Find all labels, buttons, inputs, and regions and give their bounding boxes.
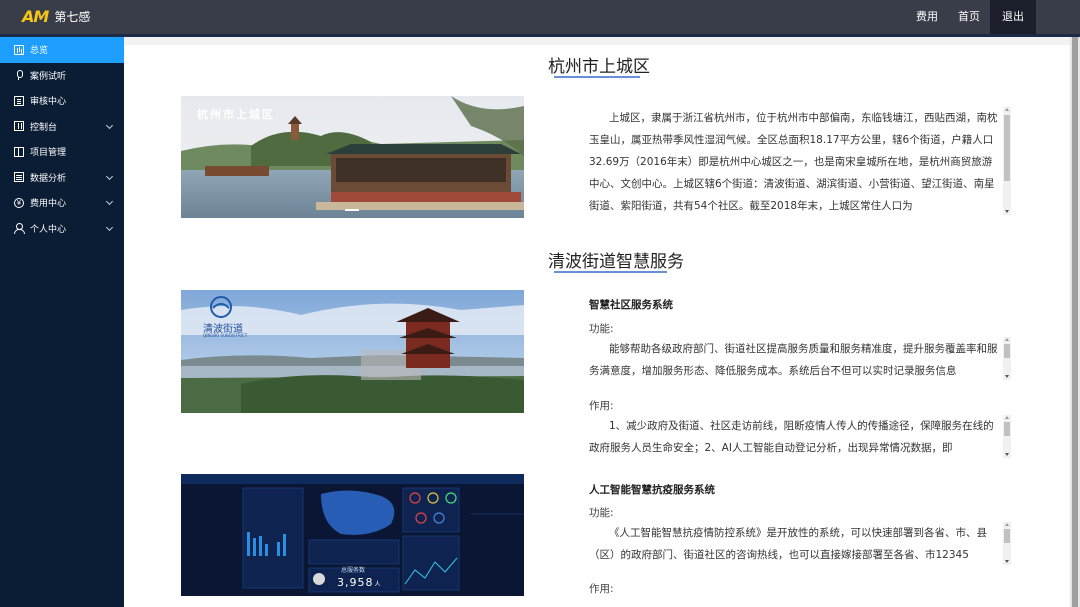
dashboard-total-unit: 人	[374, 581, 382, 588]
scroll-down-icon[interactable]	[1005, 210, 1009, 213]
top-bar: AM 第七感 费用 首页 退出	[0, 0, 1080, 34]
system-name-ai-epidemic: 人工智能智慧抗疫服务系统	[589, 484, 715, 496]
grid-icon	[14, 121, 24, 132]
scroll-up-icon[interactable]	[1005, 523, 1009, 526]
app-root: AM 第七感 费用 首页 退出 总览 案例试听 审核中心 控制台 项目管理 数据…	[0, 0, 1080, 607]
content-panel[interactable]: 杭州市上城区 杭州市上城区 上城区，隶属于浙江省杭州市，位于杭州市中部偏南，东临…	[124, 45, 1070, 607]
district-description: 上城区，隶属于浙江省杭州市，位于杭州市中部偏南，东临钱塘江，西贴西湖，南枕玉皇山…	[589, 112, 998, 212]
logo-text: 第七感	[54, 10, 91, 24]
function-label: 功能:	[589, 323, 614, 335]
district-text-scrollbar[interactable]	[1003, 107, 1011, 215]
sidebar-item-personal-center[interactable]: 个人中心	[0, 216, 124, 242]
effect-label: 作用:	[589, 400, 614, 412]
district-photo[interactable]: 杭州市上城区	[181, 96, 524, 218]
logo[interactable]: AM 第七感	[22, 7, 90, 26]
scroll-thumb[interactable]	[1004, 422, 1010, 436]
section-title-district: 杭州市上城区	[548, 57, 650, 77]
sidebar-item-fee-center[interactable]: ¥ 费用中心	[0, 190, 124, 216]
ai-epidemic-function-text: 《人工智能智慧抗疫情防控系统》是开放性的系统，可以快速部署到各省、市、县（区）的…	[589, 527, 987, 561]
service-photo[interactable]: 清波街道 QINGBO SUBDISTRICT	[181, 290, 524, 413]
sidebar-item-console[interactable]: 控制台	[0, 114, 124, 140]
dashboard-total-number: 3,958	[337, 576, 374, 589]
sidebar-item-review-center[interactable]: 审核中心	[0, 88, 124, 114]
community-effect-text: 1、减少政府及街道、社区走访前线，阻断疫情人传人的传播途径，保障服务在线的政府服…	[589, 420, 994, 454]
dashboard-total-label: 总服务数	[341, 567, 366, 574]
sidebar-item-label: 案例试听	[30, 71, 67, 82]
sidebar-item-label: 审核中心	[30, 97, 67, 108]
section-underline	[554, 271, 667, 273]
ai-epidemic-function-scrollbar[interactable]	[1003, 522, 1011, 565]
microphone-icon	[14, 70, 24, 81]
epidemic-dashboard-photo[interactable]: 总服务数 3,958人	[181, 474, 524, 596]
system-name-community: 智慧社区服务系统	[589, 299, 673, 311]
dashboard-icon	[14, 44, 24, 55]
scroll-thumb[interactable]	[1004, 529, 1010, 543]
effect-label: 作用:	[589, 583, 614, 595]
sidebar-item-label: 项目管理	[30, 148, 67, 159]
book-icon	[14, 146, 24, 157]
nav-home-link[interactable]: 首页	[948, 0, 990, 34]
logo-mark: AM	[22, 7, 49, 26]
sidebar-item-label: 总览	[30, 46, 49, 57]
list-icon	[14, 172, 24, 183]
page-scroll-thumb[interactable]	[1072, 37, 1078, 607]
yen-icon: ¥	[14, 197, 24, 208]
community-function-text: 能够帮助各级政府部门、街道社区提高服务质量和服务精准度，提升服务覆盖率和服务满意…	[589, 343, 998, 377]
page-scrollbar[interactable]	[1070, 37, 1080, 607]
section-underline	[554, 76, 640, 78]
community-function-scrollbar[interactable]	[1003, 337, 1011, 380]
top-nav: 费用 首页 退出	[906, 0, 1036, 34]
user-icon	[14, 223, 25, 235]
scroll-up-icon[interactable]	[1005, 338, 1009, 341]
dashboard-total-value: 3,958人	[337, 576, 382, 589]
sidebar: 总览 案例试听 审核中心 控制台 项目管理 数据分析 ¥ 费用中心 个人中心	[0, 37, 124, 607]
district-photo-caption: 杭州市上城区	[197, 108, 275, 121]
nav-logout-button[interactable]: 退出	[990, 0, 1036, 34]
sidebar-item-overview[interactable]: 总览	[0, 37, 124, 63]
document-icon	[14, 95, 24, 106]
main-area: 杭州市上城区 杭州市上城区 上城区，隶属于浙江省杭州市，位于杭州市中部偏南，东临…	[124, 37, 1070, 607]
function-label: 功能:	[589, 507, 614, 519]
community-effect-scrollbar[interactable]	[1003, 415, 1011, 458]
scroll-down-icon[interactable]	[1005, 453, 1009, 456]
nav-fees-link[interactable]: 费用	[906, 0, 948, 34]
scroll-thumb[interactable]	[1004, 115, 1010, 181]
scroll-up-icon[interactable]	[1005, 108, 1009, 111]
scroll-thumb[interactable]	[1004, 344, 1010, 358]
scroll-up-icon[interactable]	[1005, 416, 1009, 419]
sidebar-item-case-audition[interactable]: 案例试听	[0, 63, 124, 89]
scroll-down-icon[interactable]	[1005, 375, 1009, 378]
service-photo-caption-en: QINGBO SUBDISTRICT	[203, 333, 248, 338]
scroll-down-icon[interactable]	[1005, 560, 1009, 563]
sidebar-item-data-analysis[interactable]: 数据分析	[0, 165, 124, 191]
section-title-service: 清波街道智慧服务	[548, 252, 684, 272]
sidebar-item-project-management[interactable]: 项目管理	[0, 139, 124, 165]
